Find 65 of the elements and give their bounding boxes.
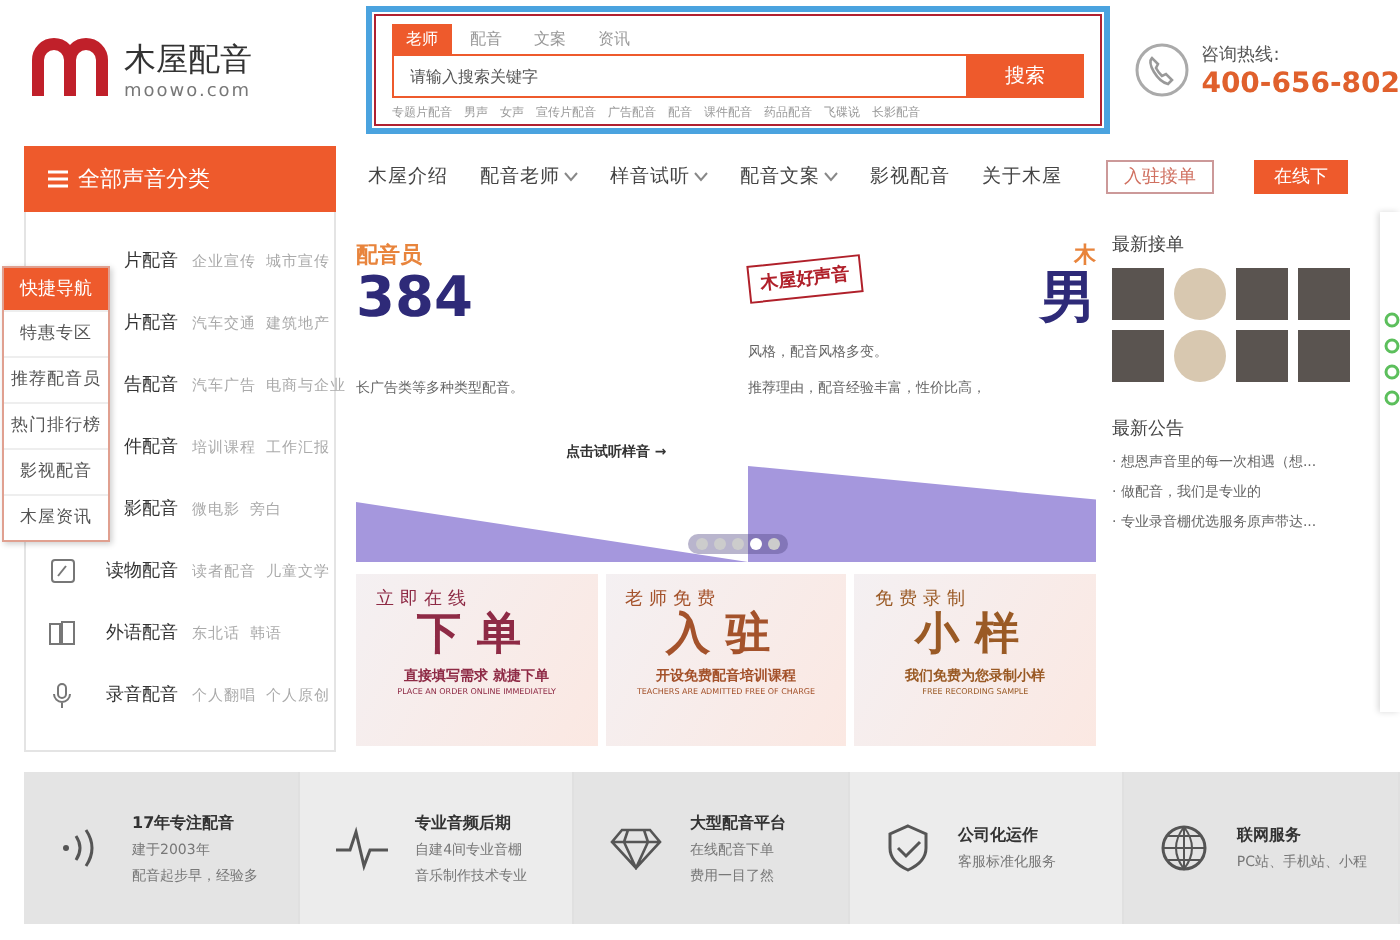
quick-nav-link[interactable]: 木屋资讯	[4, 494, 108, 540]
search-tab[interactable]: 老师	[391, 24, 452, 54]
order-button[interactable]: 在线下	[1254, 159, 1348, 193]
section-title: 最新接单	[1112, 233, 1186, 258]
pulse-icon	[335, 824, 388, 872]
quick-nav-link[interactable]: 热门排行榜	[4, 402, 108, 448]
search-button[interactable]: 搜索	[967, 54, 1084, 98]
carousel-dot[interactable]	[696, 538, 708, 550]
photo-placeholder[interactable]	[1112, 268, 1164, 320]
promo-kicker: 立即在线	[376, 587, 472, 612]
search-tab[interactable]: 文案	[519, 24, 580, 54]
photo-placeholder[interactable]	[1298, 330, 1350, 382]
feature-title: 专业音频后期	[415, 811, 514, 833]
feature-title: 大型配音平台	[690, 811, 787, 833]
globe-icon	[1160, 824, 1209, 872]
nav-link[interactable]: 配音文案	[740, 163, 838, 189]
hotline-number: 400-656-802	[1201, 67, 1400, 99]
stamp: 木屋好声音	[746, 254, 864, 304]
logo-name: 木屋配音	[124, 39, 252, 81]
category-link[interactable]: 读物配音	[86, 558, 178, 584]
feature-title: 公司化运作	[957, 824, 1040, 846]
quick-nav-link[interactable]: 特惠专区	[4, 310, 108, 356]
quick-nav-link[interactable]: 影视配音	[4, 448, 108, 494]
logo-domain: moowo.com	[124, 81, 252, 101]
nav-link[interactable]: 木屋介绍	[368, 163, 448, 189]
banner-kicker: 木	[1074, 240, 1096, 270]
menu-icon	[48, 170, 68, 188]
avatar-circle[interactable]	[1174, 330, 1226, 382]
promo-kicker: 免费录制	[874, 587, 971, 611]
feature-title: 17年专注配音	[132, 811, 237, 833]
category-link[interactable]: 外语配音	[86, 620, 178, 646]
quick-nav-title: 快捷导航	[4, 268, 108, 310]
promo-title: 小样	[915, 612, 1036, 661]
banner-number: 384	[356, 270, 475, 326]
nav-link[interactable]: 配音老师	[480, 163, 578, 189]
photo-placeholder[interactable]	[1112, 330, 1164, 382]
quick-nav-link[interactable]: 推荐配音员	[4, 356, 108, 402]
promo-title: 下单	[416, 612, 537, 661]
promo-kicker: 老师免费	[625, 587, 722, 610]
banner-kicker: 配音员	[356, 240, 424, 270]
photo-placeholder[interactable]	[1236, 330, 1288, 382]
banner-title: 男	[1040, 270, 1096, 326]
category-header[interactable]: 全部声音分类	[24, 146, 336, 212]
photo-placeholder[interactable]	[1298, 268, 1350, 320]
microphone-icon	[52, 681, 72, 709]
hotline-label: 咨询热线:	[1201, 43, 1282, 67]
promo-title: 入驻	[666, 612, 786, 661]
category-link[interactable]: 片配音	[86, 248, 178, 274]
section-title: 最新公告	[1112, 417, 1186, 442]
search-field[interactable]: 请输入搜索关键字	[391, 54, 968, 98]
photo-placeholder[interactable]	[1236, 268, 1288, 320]
search-tab[interactable]: 资讯	[583, 24, 644, 54]
feature-title: 联网服务	[1236, 824, 1303, 846]
phone-icon	[1133, 42, 1190, 98]
join-button[interactable]: 入驻接单	[1106, 159, 1214, 193]
book-icon	[49, 558, 75, 584]
nav-link[interactable]: 关于木屋	[982, 163, 1062, 189]
category-link[interactable]: 录音配音	[86, 682, 178, 708]
shield-icon	[885, 824, 930, 872]
book-icon	[48, 620, 76, 646]
avatar-circle[interactable]	[1174, 268, 1226, 320]
nav-link[interactable]: 样音试听	[610, 163, 708, 189]
nav-link[interactable]: 影视配音	[870, 163, 950, 189]
diamond-icon	[610, 826, 663, 870]
search-tab[interactable]: 配音	[455, 24, 516, 54]
